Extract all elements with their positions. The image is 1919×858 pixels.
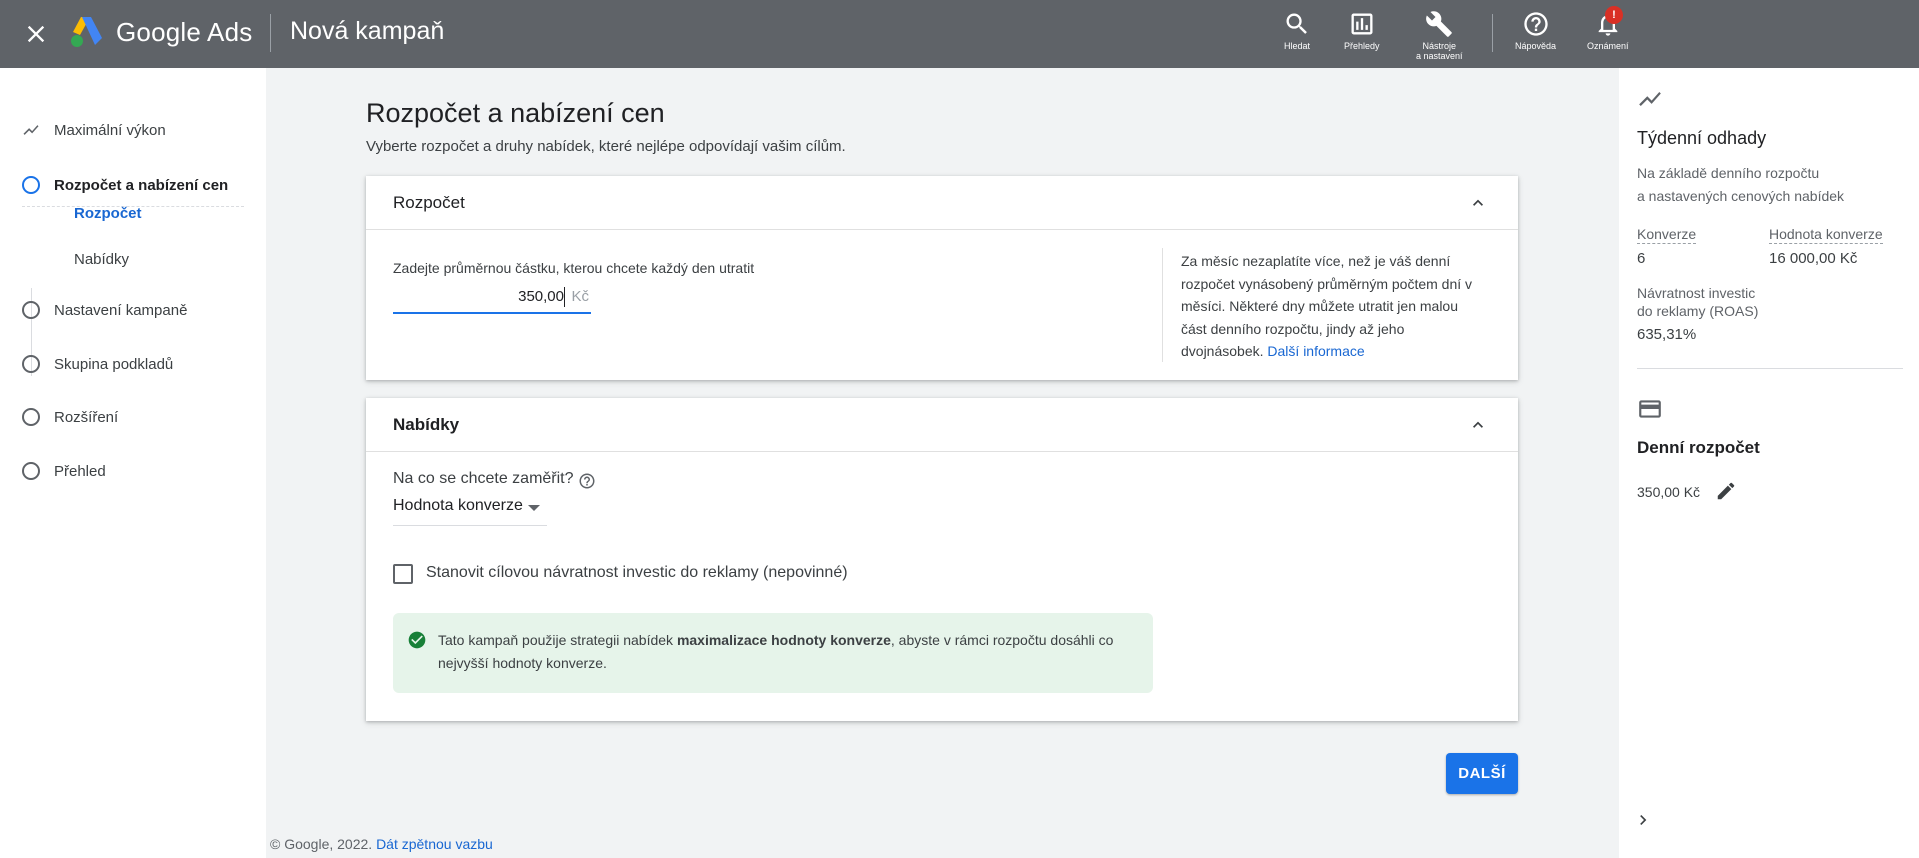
bids-card-header[interactable]: Nabídky — [366, 398, 1518, 452]
tools-label-line2: a nastavení — [1416, 51, 1463, 61]
dropdown-arrow-icon — [528, 505, 540, 511]
search-label: Hledat — [1283, 41, 1310, 51]
reports-button[interactable]: Přehledy — [1344, 10, 1380, 51]
budget-card: Rozpočet Zadejte průměrnou částku, ktero… — [366, 176, 1518, 380]
nav-item-label: Maximální výkon — [54, 121, 166, 139]
header-divider — [270, 14, 271, 52]
nav-item-summary[interactable]: Přehled — [0, 451, 266, 491]
focus-select[interactable]: Hodnota konverze — [393, 494, 547, 526]
google-ads-logo-icon — [71, 17, 102, 47]
brand-name: Google Ads — [116, 17, 253, 47]
trending-up-icon — [1639, 91, 1661, 107]
trending-icon — [23, 125, 39, 135]
budget-input-label: Zadejte průměrnou částku, kterou chcete … — [393, 260, 755, 276]
roas-label-line2: do reklamy (ROAS) — [1637, 303, 1759, 319]
daily-budget-value: 350,00 Kč — [1637, 484, 1701, 500]
step-circle-icon — [22, 408, 40, 426]
target-roas-checkbox[interactable] — [393, 564, 413, 584]
strategy-notice-text: Tato kampaň použije strategii nabídek ma… — [438, 629, 1138, 675]
roas-label-line1: Návratnost investic — [1637, 285, 1756, 301]
step-circle-icon — [22, 355, 40, 373]
notifications-button[interactable]: Oznámení ! — [1587, 6, 1629, 51]
sub-nav-item-budget[interactable]: Rozpočet — [74, 205, 142, 222]
daily-budget-input[interactable]: 350,00 Kč — [393, 284, 591, 314]
nav-item-label: Rozšíření — [54, 408, 119, 426]
card-divider — [1162, 248, 1163, 362]
weekly-estimates-desc-line1: Na základě denního rozpočtu — [1637, 165, 1820, 181]
close-icon[interactable] — [22, 20, 50, 48]
next-button[interactable]: DALŠÍ — [1446, 753, 1518, 794]
credit-card-icon — [1639, 400, 1661, 418]
panel-separator — [1637, 368, 1903, 369]
reports-label: Přehledy — [1344, 41, 1380, 51]
learn-more-link[interactable]: Další informace — [1267, 343, 1364, 359]
step-circle-icon — [22, 301, 40, 319]
copyright-text: © Google, 2022. — [270, 836, 373, 852]
left-nav: Maximální výkon Rozpočet a nabízení cen … — [0, 68, 266, 858]
focus-select-value: Hodnota konverze — [393, 497, 523, 514]
notice-text-before: Tato kampaň použije strategii nabídek — [438, 632, 677, 648]
estimates-panel: Týdenní odhady Na základě denního rozpoč… — [1619, 68, 1919, 858]
text-caret — [564, 287, 565, 307]
page-title: Nová kampaň — [290, 17, 445, 45]
tools-settings-button[interactable]: Nástroje a nastavení — [1416, 10, 1463, 61]
edit-pencil-icon[interactable] — [1715, 480, 1737, 502]
sub-nav-item-bids[interactable]: Nabídky — [74, 251, 129, 268]
nav-item-performance-max[interactable]: Maximální výkon — [0, 110, 266, 150]
weekly-estimates-desc-line2: a nastavených cenových nabídek — [1637, 188, 1845, 204]
bar-chart-icon — [1351, 13, 1373, 35]
budget-input-value: 350,00 — [518, 288, 564, 305]
tools-label-line1: Nástroje — [1422, 41, 1457, 51]
feedback-link[interactable]: Dát zpětnou vazbu — [376, 836, 493, 852]
chevron-up-icon[interactable] — [1468, 415, 1488, 435]
conversions-value: 6 — [1637, 250, 1646, 267]
target-roas-label[interactable]: Stanovit cílovou návratnost investic do … — [426, 564, 848, 582]
footer: © Google, 2022. Dát zpětnou vazbu — [270, 836, 493, 852]
bids-card: Nabídky Na co se chcete zaměřit? Hodnota… — [366, 398, 1518, 721]
nav-item-label: Rozpočet a nabízení cen — [54, 176, 229, 194]
section-title: Rozpočet a nabízení cen — [366, 98, 665, 128]
nav-item-label: Nastavení kampaně — [54, 301, 188, 319]
notice-text-bold: maximalizace hodnoty konverze — [676, 632, 891, 648]
help-label: Nápověda — [1515, 41, 1557, 51]
wrench-icon — [1426, 11, 1453, 37]
section-subtitle: Vyberte rozpočet a druhy nabídek, které … — [366, 138, 846, 155]
top-app-bar: Google Ads Nová kampaň Hledat Přehledy N… — [0, 0, 1919, 68]
conversion-value-value: 16 000,00 Kč — [1769, 250, 1858, 267]
help-outline-icon[interactable] — [578, 472, 596, 490]
conversions-label[interactable]: Konverze — [1637, 226, 1697, 244]
search-button[interactable]: Hledat — [1283, 10, 1311, 51]
roas-value: 635,31% — [1637, 326, 1697, 343]
step-circle-icon — [22, 176, 40, 194]
nav-item-budget-bidding[interactable]: Rozpočet a nabízení cen — [0, 165, 266, 205]
check-circle-icon — [408, 631, 426, 649]
focus-question-label: Na co se chcete zaměřit? — [393, 470, 574, 487]
help-button[interactable]: Nápověda — [1515, 10, 1556, 51]
nav-item-label: Skupina podkladů — [54, 355, 174, 373]
help-icon — [1523, 12, 1548, 36]
currency-suffix: Kč — [571, 288, 589, 305]
bids-card-title: Nabídky — [393, 415, 460, 434]
chevron-right-icon[interactable] — [1633, 810, 1653, 830]
notifications-label: Oznámení — [1587, 41, 1629, 51]
budget-card-header[interactable]: Rozpočet — [366, 176, 1518, 230]
search-icon — [1286, 13, 1307, 34]
step-circle-icon — [22, 462, 40, 480]
notification-badge: ! — [1605, 6, 1623, 24]
nav-item-asset-group[interactable]: Skupina podkladů — [0, 344, 266, 384]
budget-card-title: Rozpočet — [393, 193, 465, 212]
chevron-up-icon[interactable] — [1468, 193, 1488, 213]
budget-info-text: Za měsíc nezaplatíte více, než je váš de… — [1181, 250, 1481, 363]
strategy-notice: Tato kampaň použije strategii nabídek ma… — [393, 613, 1153, 693]
header-separator — [1492, 14, 1493, 52]
nav-item-label: Přehled — [54, 462, 106, 480]
conversion-value-label[interactable]: Hodnota konverze — [1769, 226, 1883, 244]
daily-budget-title: Denní rozpočet — [1637, 438, 1760, 457]
nav-item-campaign-settings[interactable]: Nastavení kampaně — [0, 290, 266, 330]
weekly-estimates-title: Týdenní odhady — [1637, 128, 1767, 148]
nav-item-extensions[interactable]: Rozšíření — [0, 397, 266, 437]
